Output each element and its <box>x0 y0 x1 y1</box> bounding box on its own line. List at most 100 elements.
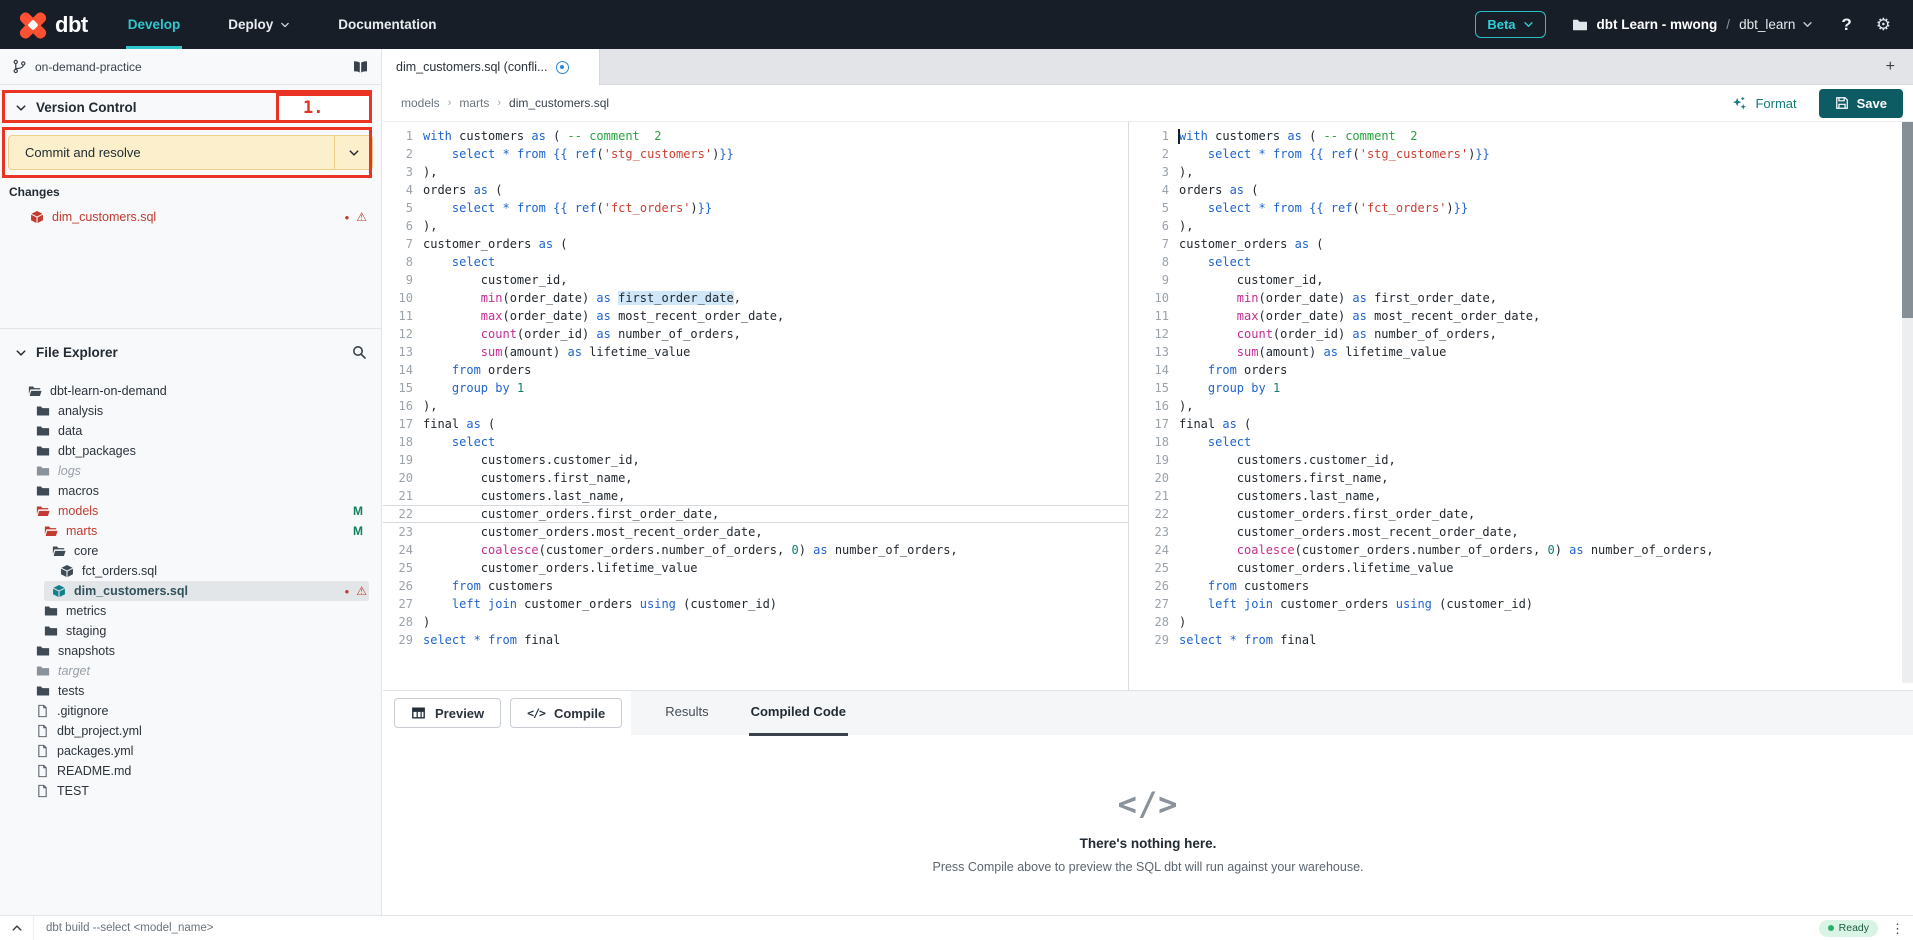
tree-item-label: packages.yml <box>57 744 133 758</box>
nav-tab-develop[interactable]: Develop <box>126 0 183 49</box>
code-text: final as ( <box>423 415 495 433</box>
changed-file-row[interactable]: dim_customers.sql•⚠ <box>0 206 381 228</box>
settings-gear-icon[interactable]: ⚙ <box>1876 16 1891 33</box>
tree-item-macros[interactable]: macros <box>0 481 381 501</box>
tree-item-marts[interactable]: martsM <box>0 521 381 541</box>
scrollbar-track[interactable] <box>1902 122 1913 683</box>
tree-item-target[interactable]: target <box>0 661 381 681</box>
breadcrumb-row: models›marts›dim_customers.sql Format Sa… <box>383 85 1913 122</box>
tree-item-dim-customers-sql[interactable]: dim_customers.sql•⚠ <box>0 581 381 601</box>
tree-item-label: snapshots <box>58 644 115 658</box>
code-line: 18 select <box>383 433 1128 451</box>
tree-item-fct-orders-sql[interactable]: fct_orders.sql <box>0 561 381 581</box>
tree-item-data[interactable]: data <box>0 421 381 441</box>
code-text: with customers as ( -- comment 2 <box>423 127 661 145</box>
folder-icon <box>36 644 50 658</box>
result-tab-compiled-code[interactable]: Compiled Code <box>749 691 848 736</box>
code-text: customer_orders.most_recent_order_date, <box>1179 523 1519 541</box>
file-explorer-header[interactable]: File Explorer <box>0 339 381 366</box>
commit-dropdown-chevron[interactable] <box>334 136 372 169</box>
breadcrumb-item[interactable]: dim_customers.sql <box>509 96 609 110</box>
new-tab-button[interactable]: + <box>1886 57 1895 76</box>
tree-item-dbt-packages[interactable]: dbt_packages <box>0 441 381 461</box>
tree-item-dbt-project-yml[interactable]: dbt_project.yml <box>0 721 381 741</box>
line-number: 29 <box>383 631 413 649</box>
preview-button[interactable]: Preview <box>394 698 501 728</box>
tree-item-staging[interactable]: staging <box>0 621 381 641</box>
kebab-menu-icon[interactable]: ⋮ <box>1891 922 1904 935</box>
scrollbar-thumb[interactable] <box>1902 122 1913 318</box>
code-line: 18 select <box>1139 433 1913 451</box>
code-text: customer_orders.lifetime_value <box>423 559 698 577</box>
version-control-header[interactable]: Version Control <box>0 92 381 123</box>
ready-label: Ready <box>1839 922 1869 934</box>
search-icon[interactable] <box>351 344 367 360</box>
code-text: customer_orders as ( <box>1179 235 1324 253</box>
code-text: with customers as ( -- comment 2 <box>1179 127 1417 145</box>
line-number: 27 <box>1139 595 1169 613</box>
tree-item-logs[interactable]: logs <box>0 461 381 481</box>
compile-button[interactable]: </> Compile <box>510 698 622 728</box>
tree-item-models[interactable]: modelsM <box>0 501 381 521</box>
project-selector[interactable]: dbt Learn - mwong / dbt_learn <box>1572 17 1814 33</box>
code-line: 9 customer_id, <box>1139 271 1913 289</box>
code-pane-right[interactable]: 1with customers as ( -- comment 22 selec… <box>1139 122 1913 690</box>
tree-item-label: dim_customers.sql <box>74 584 188 598</box>
folder-icon <box>28 384 42 398</box>
branch-row[interactable]: on-demand-practice <box>0 49 381 85</box>
nav-tab-label: Develop <box>128 17 181 32</box>
beta-dropdown[interactable]: Beta <box>1475 11 1545 38</box>
tree-item-analysis[interactable]: analysis <box>0 401 381 421</box>
sidebar: on-demand-practice Version Control Commi… <box>0 49 382 915</box>
dbt-logo[interactable]: dbt <box>18 10 88 40</box>
tree-item-label: analysis <box>58 404 103 418</box>
command-input[interactable]: dbt build --select <model_name> <box>46 922 214 934</box>
modified-badge: M <box>353 504 363 518</box>
tree-item-label: data <box>58 424 82 438</box>
save-button[interactable]: Save <box>1819 89 1903 118</box>
breadcrumb-item[interactable]: models <box>401 96 440 110</box>
code-line: 14 from orders <box>1139 361 1913 379</box>
line-number: 11 <box>1139 307 1169 325</box>
editor-tab-dim-customers[interactable]: dim_customers.sql (confli... <box>383 49 600 85</box>
tree-item-label: core <box>74 544 98 558</box>
nav-tab-documentation[interactable]: Documentation <box>336 0 438 49</box>
tree-item-dbt-learn-on-demand[interactable]: dbt-learn-on-demand <box>0 381 381 401</box>
tree-item-packages-yml[interactable]: packages.yml <box>0 741 381 761</box>
result-tab-results[interactable]: Results <box>663 691 710 736</box>
unsaved-changes-icon <box>556 61 569 74</box>
code-pane-left[interactable]: 1with customers as ( -- comment 22 selec… <box>383 122 1129 690</box>
folder-icon <box>52 544 66 558</box>
chevron-up-icon[interactable] <box>0 916 34 940</box>
docs-book-icon[interactable] <box>352 59 369 75</box>
format-button[interactable]: Format <box>1732 96 1796 111</box>
line-number: 28 <box>383 613 413 631</box>
code-text: customers.last_name, <box>1179 487 1381 505</box>
tree-item-snapshots[interactable]: snapshots <box>0 641 381 661</box>
changed-file-name: dim_customers.sql <box>52 210 156 224</box>
code-line: 2 select * from {{ ref('stg_customers')}… <box>1139 145 1913 163</box>
code-text: select * from {{ ref('fct_orders')}} <box>423 199 712 217</box>
code-line: 2 select * from {{ ref('stg_customers')}… <box>383 145 1128 163</box>
code-line: 3), <box>383 163 1128 181</box>
tree-item-metrics[interactable]: metrics <box>0 601 381 621</box>
code-line: 15 group by 1 <box>383 379 1128 397</box>
tree-item-tests[interactable]: tests <box>0 681 381 701</box>
tree-item-test[interactable]: TEST <box>0 781 381 801</box>
tree-item-label: README.md <box>57 764 131 778</box>
code-line: 25 customer_orders.lifetime_value <box>383 559 1128 577</box>
code-line: 17final as ( <box>383 415 1128 433</box>
line-number: 6 <box>1139 217 1169 235</box>
tree-item-readme-md[interactable]: README.md <box>0 761 381 781</box>
help-button[interactable]: ? <box>1841 15 1851 35</box>
tree-item--gitignore[interactable]: .gitignore <box>0 701 381 721</box>
warning-icon: ⚠ <box>356 211 367 223</box>
code-text: ), <box>423 163 437 181</box>
commit-and-resolve-button[interactable]: Commit and resolve <box>8 135 373 170</box>
tree-item-core[interactable]: core <box>0 541 381 561</box>
breadcrumb-item[interactable]: marts <box>459 96 489 110</box>
code-line: 12 count(order_id) as number_of_orders, <box>383 325 1128 343</box>
file-icon <box>36 764 49 778</box>
nav-tab-deploy[interactable]: Deploy <box>226 0 292 49</box>
code-line: 22 customer_orders.first_order_date, <box>383 505 1128 523</box>
